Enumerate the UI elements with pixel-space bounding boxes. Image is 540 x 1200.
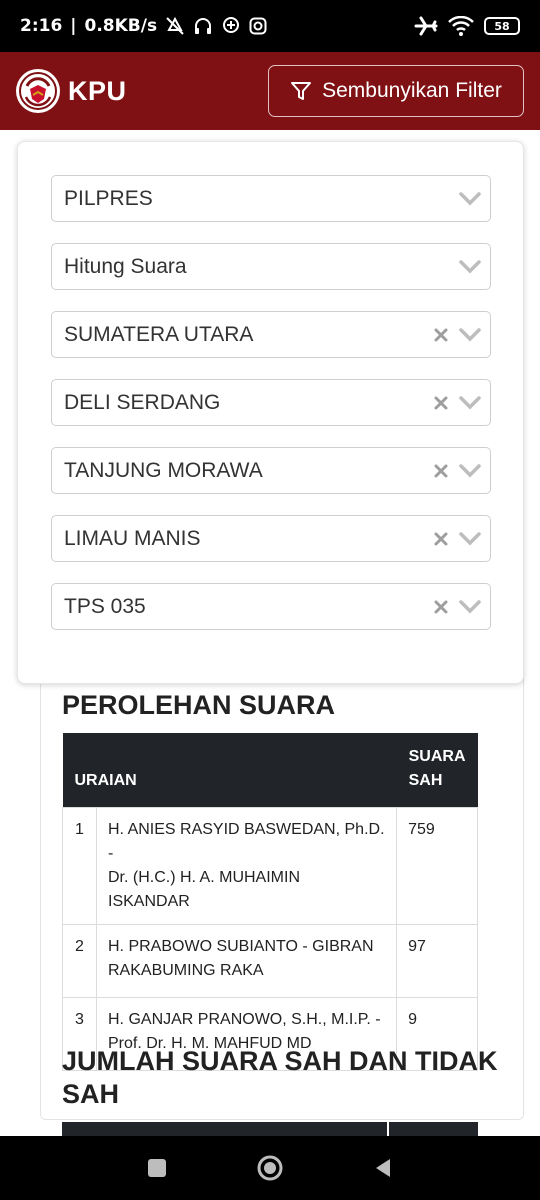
filter-panel: PILPRES Hitung Suara SUMATERA UTARA DELI… — [17, 141, 524, 684]
back-triangle-icon — [376, 1159, 391, 1177]
district-value: TANJUNG MORAWA — [64, 458, 263, 482]
table-row: 2 H. PRABOWO SUBIANTO - GIBRAN RAKABUMIN… — [62, 924, 478, 998]
clear-icon[interactable] — [432, 530, 450, 548]
row-number: 1 — [62, 807, 97, 925]
airplane-icon — [414, 15, 438, 37]
clear-icon[interactable] — [432, 394, 450, 412]
election-type-select[interactable]: PILPRES — [51, 175, 491, 222]
totals-title-line2: SAH — [62, 1079, 120, 1109]
chevron-down-icon[interactable] — [458, 598, 482, 616]
candidate-name-line1: H. GANJAR PRANOWO, S.H., M.I.P. - — [108, 1011, 381, 1028]
candidate-name-line1: H. ANIES RASYID BASWEDAN, Ph.D. - — [108, 821, 385, 862]
headset-icon — [193, 16, 213, 36]
table-header-row: URAIAN SUARA SAH — [62, 733, 478, 808]
system-nav-bar — [0, 1136, 540, 1200]
chevron-down-icon[interactable] — [458, 190, 482, 208]
polling-station-select[interactable]: TPS 035 — [51, 583, 491, 630]
separator: | — [70, 16, 77, 36]
province-select[interactable]: SUMATERA UTARA — [51, 311, 491, 358]
candidate-name-line2: RAKABUMING RAKA — [108, 962, 264, 979]
totals-title: JUMLAH SUARA SAH DAN TIDAK SAH — [62, 1045, 498, 1111]
hide-filter-label: Sembunyikan Filter — [322, 79, 502, 102]
filter-icon — [291, 82, 312, 100]
chevron-down-icon[interactable] — [458, 530, 482, 548]
village-select[interactable]: LIMAU MANIS — [51, 515, 491, 562]
row-number: 2 — [62, 924, 97, 998]
candidate-name: H. ANIES RASYID BASWEDAN, Ph.D. - Dr. (H… — [95, 807, 398, 925]
battery-icon: 58 — [484, 17, 520, 35]
clear-icon[interactable] — [432, 462, 450, 480]
vote-count: 759 — [396, 807, 478, 925]
circle-icon — [257, 1155, 283, 1181]
results-title: PEROLEHAN SUARA — [62, 690, 336, 720]
column-suara-sah-line1: SUARA — [408, 748, 466, 765]
home-button[interactable] — [250, 1148, 290, 1188]
clear-icon[interactable] — [432, 326, 450, 344]
status-bar: 2:16 | 0.8KB/s 58 — [0, 0, 540, 52]
data-type-select[interactable]: Hitung Suara — [51, 243, 491, 290]
kpu-logo — [16, 69, 60, 113]
candidate-name-line2: Dr. (H.C.) H. A. MUHAIMIN ISKANDAR — [108, 869, 300, 910]
data-type-value: Hitung Suara — [64, 254, 187, 278]
totals-table-header — [62, 1122, 478, 1136]
table-row: 1 H. ANIES RASYID BASWEDAN, Ph.D. - Dr. … — [62, 807, 478, 925]
chevron-down-icon[interactable] — [458, 326, 482, 344]
location-icon — [221, 16, 241, 36]
square-icon — [147, 1159, 166, 1177]
column-uraian: URAIAN — [62, 733, 397, 808]
instagram-icon — [249, 17, 267, 35]
clear-icon[interactable] — [432, 598, 450, 616]
hide-filter-button[interactable]: Sembunyikan Filter — [268, 65, 524, 117]
chevron-down-icon[interactable] — [458, 462, 482, 480]
brand-title: KPU — [68, 75, 127, 106]
results-table: URAIAN SUARA SAH 1 H. ANIES RASYID BASWE… — [62, 733, 478, 1071]
mute-icon — [165, 16, 185, 36]
column-suara-sah: SUARA SAH — [396, 733, 478, 808]
chevron-down-icon[interactable] — [458, 394, 482, 412]
regency-value: DELI SERDANG — [64, 390, 221, 414]
vote-count: 97 — [396, 924, 478, 998]
app-header: KPU Sembunyikan Filter — [0, 52, 540, 130]
election-type-value: PILPRES — [64, 186, 153, 210]
chevron-down-icon[interactable] — [458, 258, 482, 276]
province-value: SUMATERA UTARA — [64, 322, 254, 346]
regency-select[interactable]: DELI SERDANG — [51, 379, 491, 426]
polling-station-value: TPS 035 — [64, 594, 146, 618]
column-suara-sah-line2: SAH — [408, 772, 443, 789]
village-value: LIMAU MANIS — [64, 526, 201, 550]
clock: 2:16 — [20, 16, 63, 36]
district-select[interactable]: TANJUNG MORAWA — [51, 447, 491, 494]
wifi-icon — [448, 16, 474, 36]
candidate-name: H. PRABOWO SUBIANTO - GIBRAN RAKABUMING … — [95, 924, 398, 998]
candidate-name-line1: H. PRABOWO SUBIANTO - GIBRAN — [108, 938, 374, 955]
network-speed: 0.8KB/s — [84, 16, 158, 36]
totals-title-line1: JUMLAH SUARA SAH DAN TIDAK — [62, 1046, 498, 1076]
recents-button[interactable] — [137, 1148, 177, 1188]
back-button[interactable] — [363, 1148, 403, 1188]
